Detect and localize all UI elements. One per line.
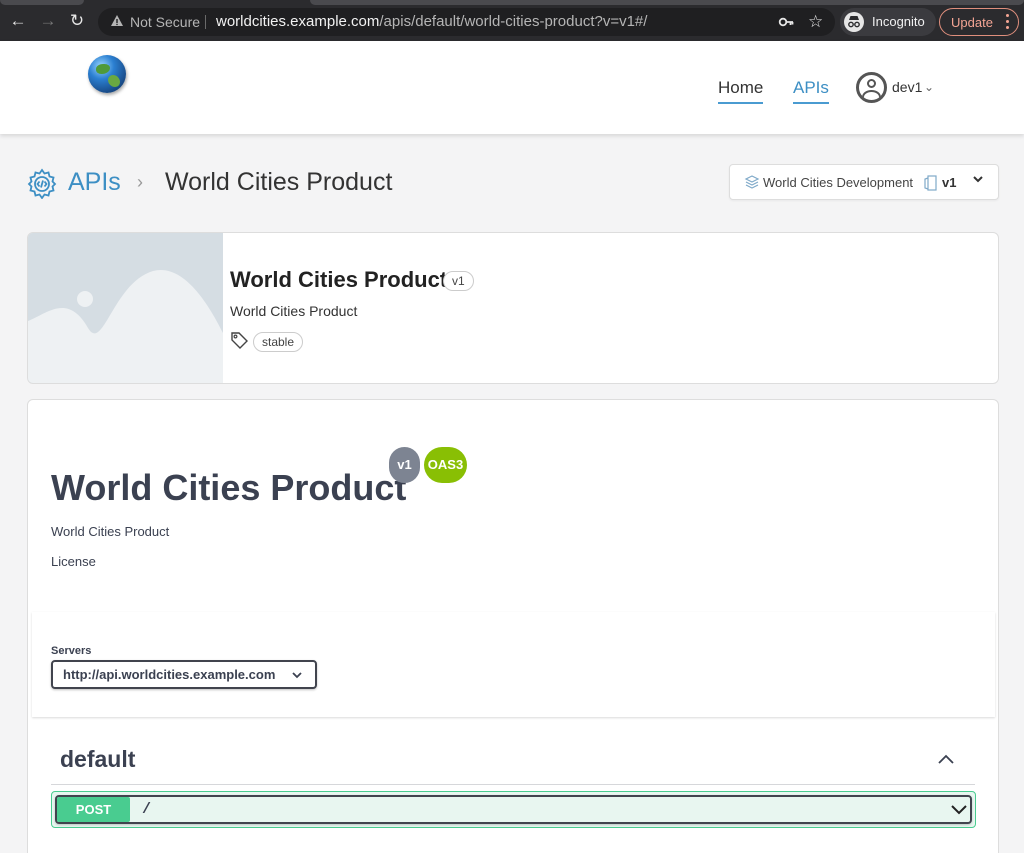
api-description: World Cities Product [51, 524, 170, 539]
product-title: World Cities Product [230, 267, 448, 292]
avatar[interactable] [856, 72, 887, 103]
incognito-indicator[interactable]: Incognito [840, 8, 936, 36]
nav-home-link[interactable]: Home [718, 78, 764, 104]
server-select[interactable]: http://api.worldcities.example.com [51, 660, 317, 689]
page-title: World Cities Product [165, 168, 393, 196]
browser-tab[interactable] [0, 0, 84, 5]
operation-post-root[interactable]: POST / [51, 791, 976, 828]
address-bar[interactable]: Not Secure worldcities.example.com/apis/… [98, 8, 835, 36]
version-badge: v1 [389, 447, 420, 483]
server-value: http://api.worldcities.example.com [63, 667, 276, 682]
divider [205, 15, 206, 29]
chevron-down-icon [973, 176, 983, 183]
back-arrow-icon[interactable]: ← [8, 10, 28, 32]
breadcrumb-apis-link[interactable]: APIs [68, 168, 121, 197]
environment-select[interactable]: World Cities Development v1 [729, 164, 999, 200]
environment-version: v1 [942, 175, 957, 190]
http-method-badge: POST [57, 797, 130, 822]
not-secure-label: Not Secure [130, 14, 201, 30]
nav-apis-link[interactable]: APIs [793, 78, 829, 104]
breadcrumb-separator-icon: › [137, 172, 143, 192]
update-label: Update [951, 15, 993, 30]
environment-label: World Cities Development [763, 175, 914, 190]
bookmark-star-icon[interactable]: ☆ [808, 12, 823, 32]
browser-tab[interactable] [310, 0, 1024, 5]
globe-icon[interactable] [88, 55, 126, 93]
cube-icon [744, 175, 760, 189]
oas-badge: OAS3 [424, 447, 467, 483]
servers-section: Servers http://api.worldcities.example.c… [32, 612, 995, 717]
divider [51, 784, 975, 785]
tag-chip[interactable]: stable [253, 332, 304, 352]
operation-path: / [142, 801, 152, 818]
version-icon [924, 175, 937, 191]
chevron-up-icon[interactable] [936, 752, 956, 766]
product-description: World Cities Product [230, 303, 358, 319]
product-image-placeholder [28, 233, 223, 383]
incognito-icon [844, 12, 864, 32]
warning-icon [111, 15, 123, 26]
api-documentation-panel: World Cities Product v1 OAS3 World Citie… [27, 399, 999, 853]
url-host: worldcities.example.com [216, 13, 380, 30]
product-card: World Cities Product v1 World Cities Pro… [27, 232, 999, 384]
product-version-badge: v1 [443, 271, 474, 291]
api-title: World Cities Product [51, 467, 407, 508]
tag-icon [231, 332, 248, 349]
chevron-down-icon[interactable]: ⌄ [924, 80, 934, 94]
key-icon[interactable] [778, 14, 794, 30]
chevron-down-icon[interactable] [950, 804, 968, 815]
site-header: Home APIs dev1 ⌄ [0, 41, 1024, 134]
incognito-label: Incognito [872, 14, 925, 29]
update-button[interactable]: Update [939, 8, 1019, 36]
image-placeholder-icon [28, 233, 223, 383]
url-text[interactable]: worldcities.example.com/apis/default/wor… [216, 13, 647, 30]
forward-arrow-icon[interactable]: → [38, 10, 58, 32]
operation-summary[interactable]: POST / [55, 795, 972, 824]
reload-icon[interactable]: ↻ [67, 10, 87, 32]
operation-group-title[interactable]: default [60, 746, 135, 773]
api-gear-icon [27, 168, 57, 199]
license-link[interactable]: License [51, 554, 96, 569]
kebab-menu-icon [1006, 14, 1010, 30]
browser-toolbar: ← → ↻ Not Secure worldcities.example.com… [0, 0, 1024, 41]
servers-label: Servers [51, 645, 92, 657]
url-path: /apis/default/world-cities-product?v=v1#… [379, 13, 648, 30]
user-name[interactable]: dev1 [892, 79, 922, 95]
chevron-down-icon [292, 672, 302, 679]
